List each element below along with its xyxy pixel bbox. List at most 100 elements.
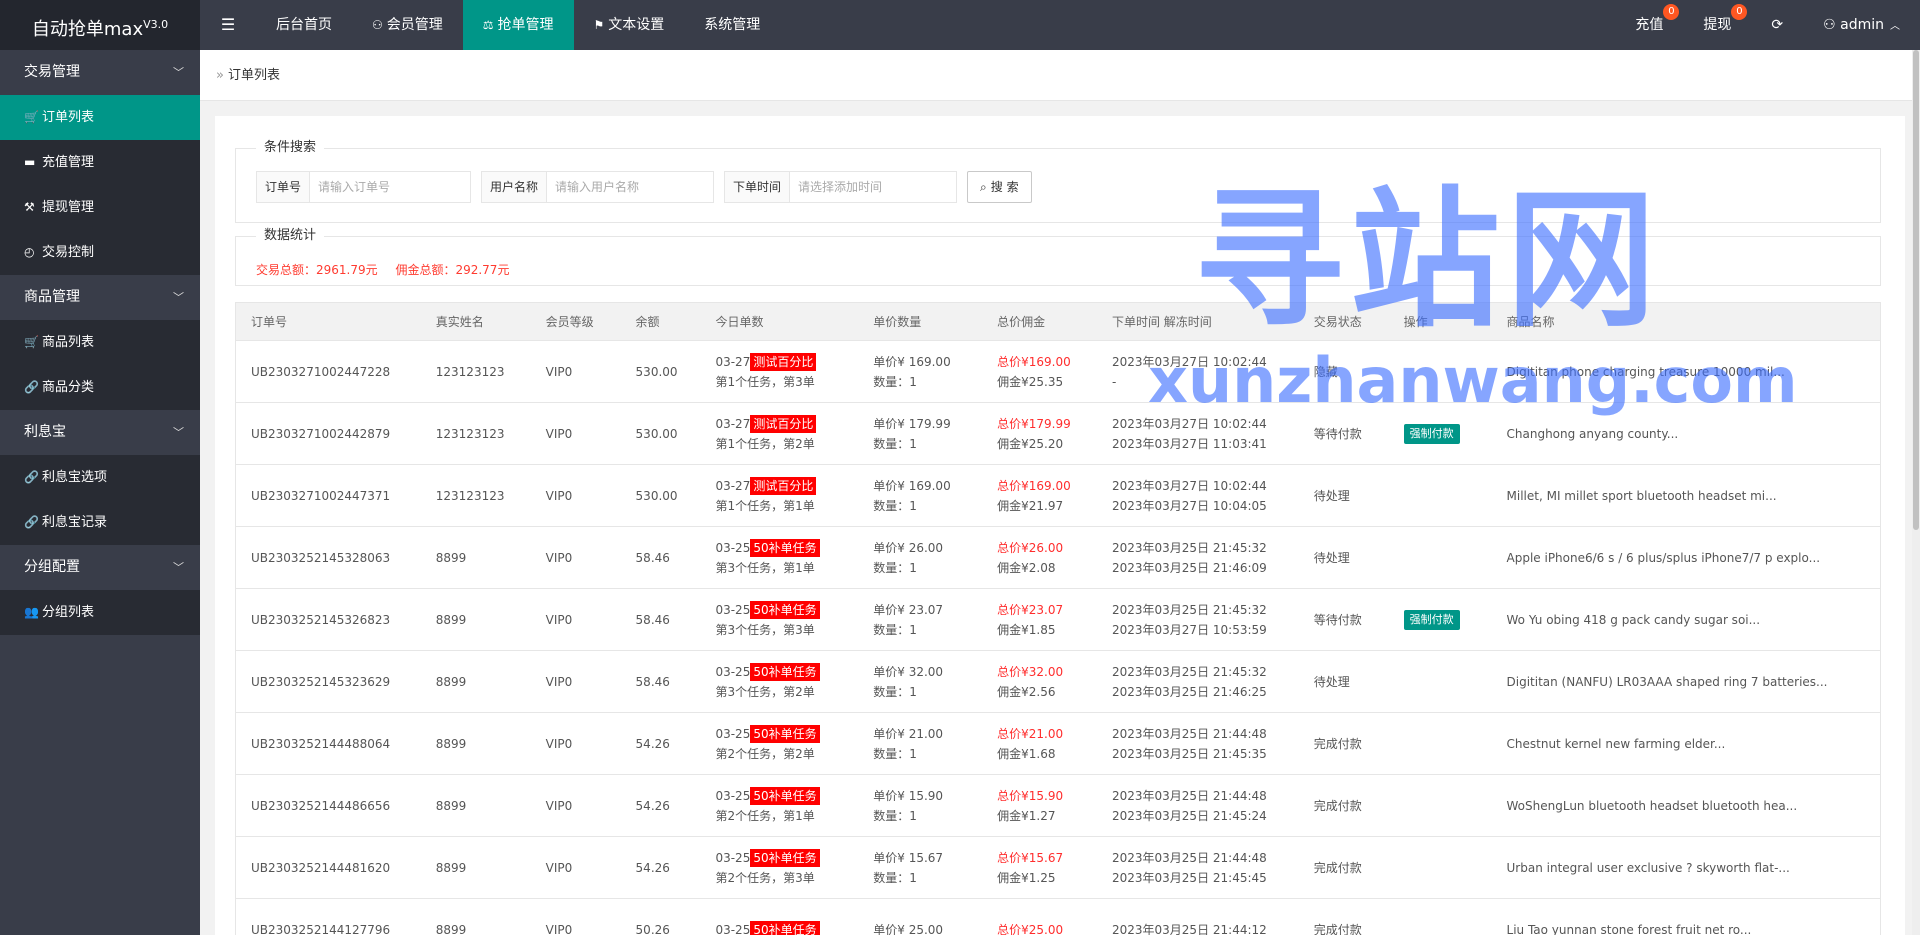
cell-member-level: VIP0: [531, 775, 621, 836]
trade-status: 完成付款: [1313, 798, 1362, 813]
sidebar-group-interest[interactable]: 利息宝 ﹀: [0, 410, 200, 455]
balance: 58.46: [635, 550, 670, 565]
force-pay-button[interactable]: 强制付款: [1403, 610, 1460, 630]
withdraw-link[interactable]: 提现 0: [1683, 0, 1751, 50]
nav-label: 会员管理: [386, 17, 443, 33]
nav-item-orders[interactable]: ⚖ 抢单管理: [462, 0, 574, 50]
unit-price: 单价¥ 179.99: [873, 416, 951, 431]
order-time: 2023年03月25日 21:44:12: [1111, 922, 1267, 935]
order-time-input[interactable]: [790, 172, 957, 202]
cell-today-orders: 03-27 测试百分比 第1个任务，第1单: [700, 465, 858, 526]
nav-item-members[interactable]: ⚇ 会员管理: [352, 0, 463, 50]
order-date: 03-27: [715, 354, 751, 369]
commission: 佣金¥21.97: [997, 498, 1064, 513]
username-input[interactable]: [547, 172, 714, 202]
username: admin: [1840, 17, 1884, 33]
cell-price-qty: 单价¥ 21.00 数量：1: [858, 713, 982, 774]
col-header[interactable]: 会员等级: [531, 303, 621, 340]
username-field: 用户名称: [481, 171, 715, 203]
card-icon: ▬: [24, 155, 36, 169]
cell-product-name: Digititan phone charging treasure 10000 …: [1492, 341, 1881, 402]
sidebar-item-withdraw[interactable]: ⚒ 提现管理: [0, 185, 200, 230]
col-header[interactable]: 下单时间 解冻时间: [1097, 303, 1299, 340]
table-row[interactable]: UB2303252144486656 8899 VIP0 54.26 03-25 50补单…: [236, 775, 1880, 837]
cell-order-id: UB2303252144127796: [236, 899, 421, 935]
sidebar-item-trade-control[interactable]: ◴ 交易控制: [0, 230, 200, 275]
top-header: 自动抢单maxV3.0 ☰ 后台首页 ⚇ 会员管理 ⚖ 抢单管理 ⚑ 文本设置 系统管…: [0, 0, 1920, 50]
commission: 佣金¥25.35: [997, 374, 1064, 389]
col-header[interactable]: 交易状态: [1299, 303, 1389, 340]
col-header[interactable]: 余额: [621, 303, 701, 340]
unfreeze-time: 2023年03月25日 21:46:25: [1111, 684, 1267, 699]
table-row[interactable]: UB2303252145326823 8899 VIP0 58.46 03-25 50补单…: [236, 589, 1880, 651]
sidebar-item-goods-category[interactable]: 🔗 商品分类: [0, 365, 200, 410]
sidebar-item-interest-options[interactable]: 🔗 利息宝选项: [0, 455, 200, 500]
task-tag: 测试百分比: [750, 352, 817, 371]
table-row[interactable]: UB2303252144488064 8899 VIP0 54.26 03-25 50补单…: [236, 713, 1880, 775]
cell-action: 强制付款: [1389, 403, 1492, 464]
nav-item-text-settings[interactable]: ⚑ 文本设置: [574, 0, 685, 50]
cell-product-name: Digititan (NANFU) LR03AAA shaped ring 7 …: [1492, 651, 1881, 712]
col-header[interactable]: 操作: [1389, 303, 1492, 340]
breadcrumb: » 订单列表: [216, 50, 280, 101]
task-info: 第2个任务，第2单: [715, 746, 815, 761]
sidebar-item-order-list[interactable]: 🛒 订单列表: [0, 95, 200, 140]
sidebar-item-goods-list[interactable]: 🛒 商品列表: [0, 320, 200, 365]
order-no-label: 订单号: [257, 172, 311, 202]
cell-product-name: Wo Yu obing 418 g pack candy sugar soi..…: [1492, 589, 1881, 650]
sidebar-item-group-list[interactable]: 👥 分组列表: [0, 590, 200, 635]
balance-scale-icon: ⚖: [482, 18, 494, 32]
refresh-icon[interactable]: ⟳: [1751, 0, 1803, 50]
order-id: UB2303252145326823: [251, 612, 391, 627]
table-row[interactable]: UB2303271002447371 123123123 VIP0 530.00 03-…: [236, 465, 1880, 527]
task-info: 第3个任务，第1单: [715, 560, 815, 575]
sidebar-item-recharge[interactable]: ▬ 充值管理: [0, 140, 200, 185]
recharge-link[interactable]: 充值 0: [1615, 0, 1683, 50]
col-header[interactable]: 今日单数: [700, 303, 858, 340]
cell-balance: 530.00: [621, 465, 701, 526]
cell-action: [1389, 713, 1492, 774]
cell-real-name: 123123123: [421, 341, 531, 402]
product-name: Millet, MI millet sport bluetooth headse…: [1506, 488, 1777, 503]
app-logo[interactable]: 自动抢单maxV3.0: [0, 0, 200, 50]
table-row[interactable]: UB2303271002447228 123123123 VIP0 530.00 03-…: [236, 341, 1880, 403]
col-header[interactable]: 订单号: [236, 303, 421, 340]
nav-item-system[interactable]: 系统管理: [684, 0, 780, 50]
table-row[interactable]: UB2303252144127796 8899 VIP0 50.26 03-25 50补单…: [236, 899, 1880, 935]
member-level: VIP0: [545, 674, 573, 689]
order-time: 2023年03月25日 21:45:32: [1111, 602, 1267, 617]
cell-total-commission: 总价¥179.99 佣金¥25.20: [982, 403, 1097, 464]
cell-action: 强制付款: [1389, 589, 1492, 650]
sidebar-group-groups[interactable]: 分组配置 ﹀: [0, 545, 200, 590]
table-row[interactable]: UB2303252145328063 8899 VIP0 58.46 03-25 50补单…: [236, 527, 1880, 589]
vertical-scrollbar[interactable]: [1912, 50, 1920, 935]
real-name: 8899: [435, 798, 467, 813]
cell-total-commission: 总价¥32.00 佣金¥2.56: [982, 651, 1097, 712]
real-name: 123123123: [435, 426, 505, 441]
top-right-menu: 充值 0 提现 0 ⟳ ⚇ admin ︿: [1615, 0, 1920, 50]
table-row[interactable]: UB2303252145323629 8899 VIP0 58.46 03-25 50补单…: [236, 651, 1880, 713]
table-row[interactable]: UB2303271002442879 123123123 VIP0 530.00 03-…: [236, 403, 1880, 465]
menu-icon[interactable]: ☰: [200, 0, 256, 50]
force-pay-button[interactable]: 强制付款: [1403, 424, 1460, 444]
cell-status: 等待付款: [1299, 403, 1389, 464]
col-header[interactable]: 单价数量: [858, 303, 982, 340]
quantity: 数量：1: [873, 746, 917, 761]
sidebar-item-interest-records[interactable]: 🔗 利息宝记录: [0, 500, 200, 545]
cell-times: 2023年03月25日 21:44:48 2023年03月25日 21:45:35: [1097, 713, 1299, 774]
order-no-input[interactable]: [310, 172, 471, 202]
trade-status: 待处理: [1313, 550, 1350, 565]
col-header[interactable]: 总价佣金: [982, 303, 1097, 340]
table-row[interactable]: UB2303252144481620 8899 VIP0 54.26 03-25 50补单…: [236, 837, 1880, 899]
user-menu[interactable]: ⚇ admin ︿: [1803, 0, 1920, 50]
balance: 54.26: [635, 798, 670, 813]
col-header[interactable]: 真实姓名: [421, 303, 531, 340]
sidebar-group-goods[interactable]: 商品管理 ﹀: [0, 275, 200, 320]
scrollbar-thumb[interactable]: [1913, 50, 1919, 530]
nav-item-home[interactable]: 后台首页: [256, 0, 352, 50]
sidebar-group-trade[interactable]: 交易管理 ﹀: [0, 50, 200, 95]
search-button[interactable]: ⌕ 搜 索: [967, 171, 1032, 203]
cell-order-id: UB2303252145323629: [236, 651, 421, 712]
cell-status: 完成付款: [1299, 713, 1389, 774]
col-header[interactable]: 商品名称: [1492, 303, 1881, 340]
